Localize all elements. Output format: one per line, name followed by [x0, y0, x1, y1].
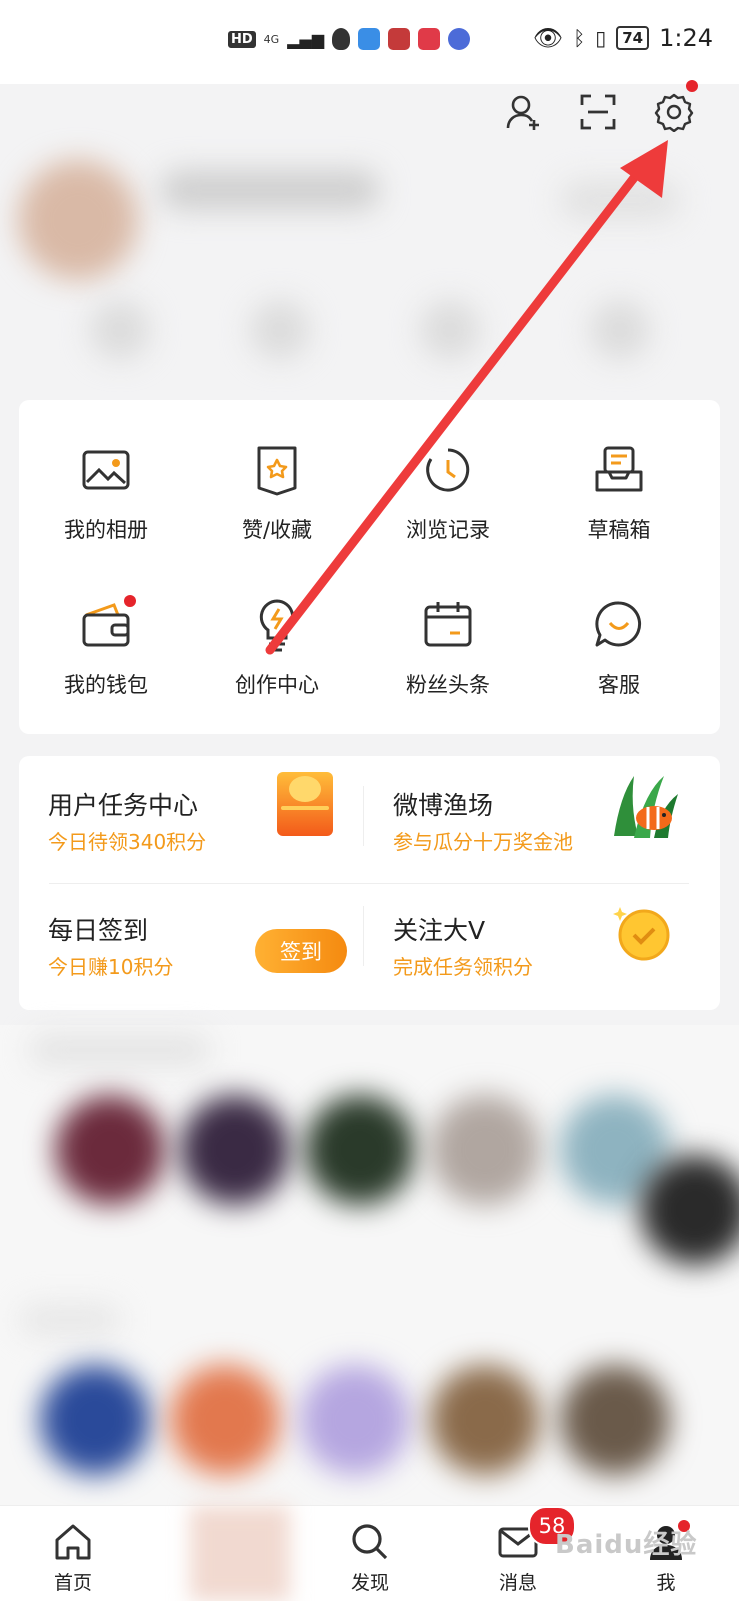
- weibo-fishery[interactable]: 微博渔场 参与瓜分十万奖金池: [364, 756, 694, 866]
- quick-access-grid: 我的相册 赞/收藏 浏览记录 草稿箱 我的钱包 创作中心 粉丝头条 客服: [19, 400, 720, 734]
- baidu-watermark: Baidu经验: [555, 1530, 698, 1560]
- tab-label: 消息: [498, 1572, 537, 1594]
- status-right: 👁 ᛒ ▯ 74 1:24: [533, 24, 713, 52]
- task-title: 关注大V: [393, 916, 486, 945]
- grid-item-likes[interactable]: 赞/收藏: [202, 400, 352, 542]
- creator-center-icon: [249, 597, 305, 653]
- wallet-notification-dot: [124, 595, 136, 607]
- cloud-app-icon: [358, 28, 381, 50]
- task-subtitle: 完成任务领积分: [393, 955, 533, 979]
- settings-icon[interactable]: [646, 80, 702, 140]
- stat-placeholder: [590, 300, 650, 360]
- task-title: 微博渔场: [393, 791, 494, 820]
- task-subtitle: 今日赚10积分: [48, 955, 174, 979]
- grid-item-wallet[interactable]: 我的钱包: [31, 555, 181, 697]
- signal-icon: ▂▄▆: [287, 29, 325, 49]
- stat-placeholder: [250, 300, 310, 360]
- hd-indicator: HD: [228, 30, 256, 48]
- feed-thumbnail[interactable]: [430, 1095, 540, 1205]
- search-icon: [348, 1520, 392, 1564]
- heart-app-icon: [418, 28, 441, 50]
- grid-item-album[interactable]: 我的相册: [31, 400, 181, 542]
- checkin-button[interactable]: 签到: [255, 929, 347, 973]
- task-title: 用户任务中心: [48, 791, 199, 820]
- feed-thumbnail[interactable]: [40, 1365, 150, 1475]
- wallet-icon: [78, 595, 136, 653]
- gold-check-icon: [610, 901, 674, 965]
- tab-home[interactable]: 首页: [23, 1506, 123, 1601]
- feed-thumbnail[interactable]: [640, 1155, 739, 1265]
- network-indicator: 4G: [263, 32, 280, 46]
- follow-big-v[interactable]: 关注大V 完成任务领积分: [364, 881, 694, 991]
- grid-item-creator[interactable]: 创作中心: [202, 555, 352, 697]
- task-card: 用户任务中心 今日待领340积分 微博渔场 参与瓜分十万奖金池 每日签到 今日赚…: [19, 756, 720, 1010]
- section-header-placeholder: [30, 1035, 210, 1065]
- username-placeholder: [160, 170, 380, 210]
- grid-item-history[interactable]: 浏览记录: [373, 400, 523, 542]
- stat-placeholder: [90, 300, 150, 360]
- grid-label: 创作中心: [235, 673, 319, 697]
- task-subtitle: 今日待领340积分: [48, 830, 207, 854]
- tab-messages[interactable]: 58 消息: [468, 1506, 576, 1601]
- grid-item-customer-service[interactable]: 客服: [544, 555, 694, 697]
- music-app-icon: [448, 28, 471, 50]
- grid-label: 我的相册: [64, 518, 148, 542]
- add-friend-icon[interactable]: [496, 84, 552, 140]
- coin-box-icon: [277, 772, 333, 836]
- profile-link-placeholder: [560, 180, 680, 220]
- likes-favorites-icon: [249, 442, 305, 498]
- feed-thumbnail[interactable]: [170, 1365, 280, 1475]
- feed-thumbnail[interactable]: [305, 1095, 415, 1205]
- tab-label: 首页: [53, 1572, 92, 1594]
- history-icon: [420, 442, 476, 498]
- avatar[interactable]: [18, 160, 138, 280]
- clock: 1:24: [659, 24, 713, 52]
- blurred-profile-header: [0, 140, 739, 390]
- task-center[interactable]: 用户任务中心 今日待领340积分: [19, 756, 349, 866]
- battery-icon: 74: [616, 26, 650, 50]
- tab-label: 发现: [350, 1572, 389, 1594]
- feed-thumbnail[interactable]: [300, 1365, 410, 1475]
- scan-icon[interactable]: [570, 84, 626, 140]
- feed-thumbnail[interactable]: [560, 1365, 670, 1475]
- task-title: 每日签到: [48, 916, 149, 945]
- grid-label: 我的钱包: [64, 673, 148, 697]
- status-bar: HD 4G ▂▄▆ 👁 ᛒ ▯ 74 1:24: [0, 0, 739, 84]
- home-icon: [51, 1520, 95, 1564]
- bluetooth-icon: ᛒ: [573, 26, 586, 50]
- photo-album-icon: [78, 442, 134, 498]
- drafts-icon: [591, 442, 647, 498]
- bottom-tab-bar: 首页 发现 58 消息 我 Baidu经验: [0, 1505, 739, 1601]
- daily-checkin[interactable]: 每日签到 今日赚10积分 签到: [19, 881, 349, 991]
- grid-label: 浏览记录: [406, 518, 490, 542]
- section-header-placeholder: [20, 1305, 120, 1335]
- grid-label: 草稿箱: [587, 518, 651, 542]
- grid-item-drafts[interactable]: 草稿箱: [544, 400, 694, 542]
- grid-label: 赞/收藏: [241, 518, 313, 542]
- status-left: HD 4G ▂▄▆: [228, 28, 471, 50]
- grid-label: 客服: [598, 673, 640, 697]
- eye-icon: 👁: [532, 24, 564, 52]
- fan-headlines-icon: [420, 597, 476, 653]
- blurred-feed: [0, 1025, 739, 1505]
- stat-placeholder: [420, 300, 480, 360]
- feed-thumbnail[interactable]: [180, 1095, 290, 1205]
- lotus-app-icon: [388, 28, 411, 50]
- feed-thumbnail[interactable]: [55, 1095, 165, 1205]
- message-icon: 58: [496, 1506, 576, 1564]
- profile-top-bar: [0, 80, 739, 144]
- tab-label: 我: [656, 1572, 676, 1594]
- task-subtitle: 参与瓜分十万奖金池: [393, 830, 573, 854]
- settings-notification-dot: [686, 80, 698, 92]
- blurred-tab-placeholder: [190, 1506, 290, 1601]
- feed-thumbnail[interactable]: [430, 1365, 540, 1475]
- tab-discover[interactable]: 发现: [320, 1506, 420, 1601]
- grid-label: 粉丝头条: [406, 673, 490, 697]
- qq-icon: [332, 28, 351, 50]
- customer-service-icon: [591, 597, 647, 653]
- vibrate-icon: ▯: [595, 26, 607, 50]
- clownfish-icon: [604, 766, 684, 846]
- grid-item-fan-headlines[interactable]: 粉丝头条: [373, 555, 523, 697]
